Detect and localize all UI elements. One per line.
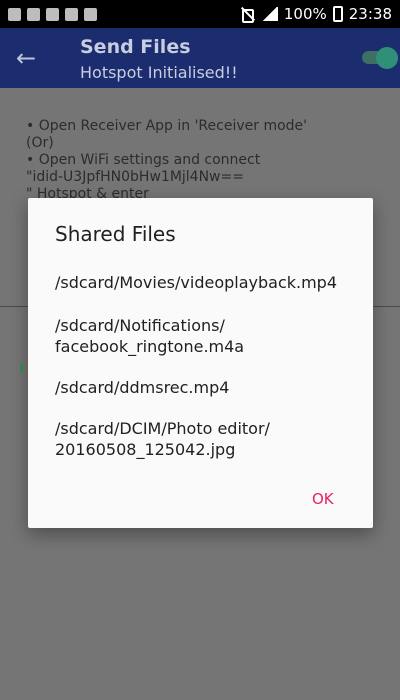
progress-indicator xyxy=(20,363,28,373)
file-list: /sdcard/Movies/videoplayback.mp4 /sdcard… xyxy=(55,272,355,480)
battery-percent: 100% xyxy=(283,5,327,23)
file-item: /sdcard/Movies/videoplayback.mp4 xyxy=(55,273,338,292)
clock: 23:38 xyxy=(348,5,392,23)
instruction-line: (Or) xyxy=(26,135,54,151)
arrow-left-icon[interactable]: ← xyxy=(16,44,36,72)
hotspot-toggle[interactable] xyxy=(362,47,400,69)
flipboard-icon xyxy=(46,7,59,21)
bag-icon xyxy=(84,7,97,21)
status-bar: 100% 23:38 xyxy=(0,0,400,28)
battery-icon xyxy=(332,6,343,22)
dialog-title: Shared Files xyxy=(55,222,176,246)
shared-files-dialog: Shared Files /sdcard/Movies/videoplaybac… xyxy=(28,198,373,528)
page-title: Send Files xyxy=(80,36,191,58)
file-item: /sdcard/ddmsrec.mp4 xyxy=(55,378,230,397)
file-item: /sdcard/DCIM/Photo editor/ 20160508_1250… xyxy=(55,419,270,459)
mute-icon xyxy=(240,7,256,23)
signal-icon xyxy=(261,7,278,21)
ok-button[interactable]: OK xyxy=(306,488,340,510)
toggle-thumb xyxy=(376,47,398,69)
image-icon xyxy=(65,7,78,21)
instructions: • Open Receiver App in 'Receiver mode' (… xyxy=(26,118,307,203)
page-subtitle: Hotspot Initialised!! xyxy=(80,63,238,82)
instruction-line: • Open WiFi settings and connect xyxy=(26,152,261,168)
file-item: /sdcard/Notifications/ facebook_ringtone… xyxy=(55,316,245,356)
chat-icon xyxy=(8,7,21,21)
app-bar: ← Send Files Hotspot Initialised!! xyxy=(0,28,400,88)
notification-icons xyxy=(8,7,97,21)
app-icon xyxy=(27,7,40,21)
instruction-line: "idid-U3JpfHN0bHw1Mjl4Nw== xyxy=(26,169,244,185)
instruction-line: • Open Receiver App in 'Receiver mode' xyxy=(26,118,307,134)
